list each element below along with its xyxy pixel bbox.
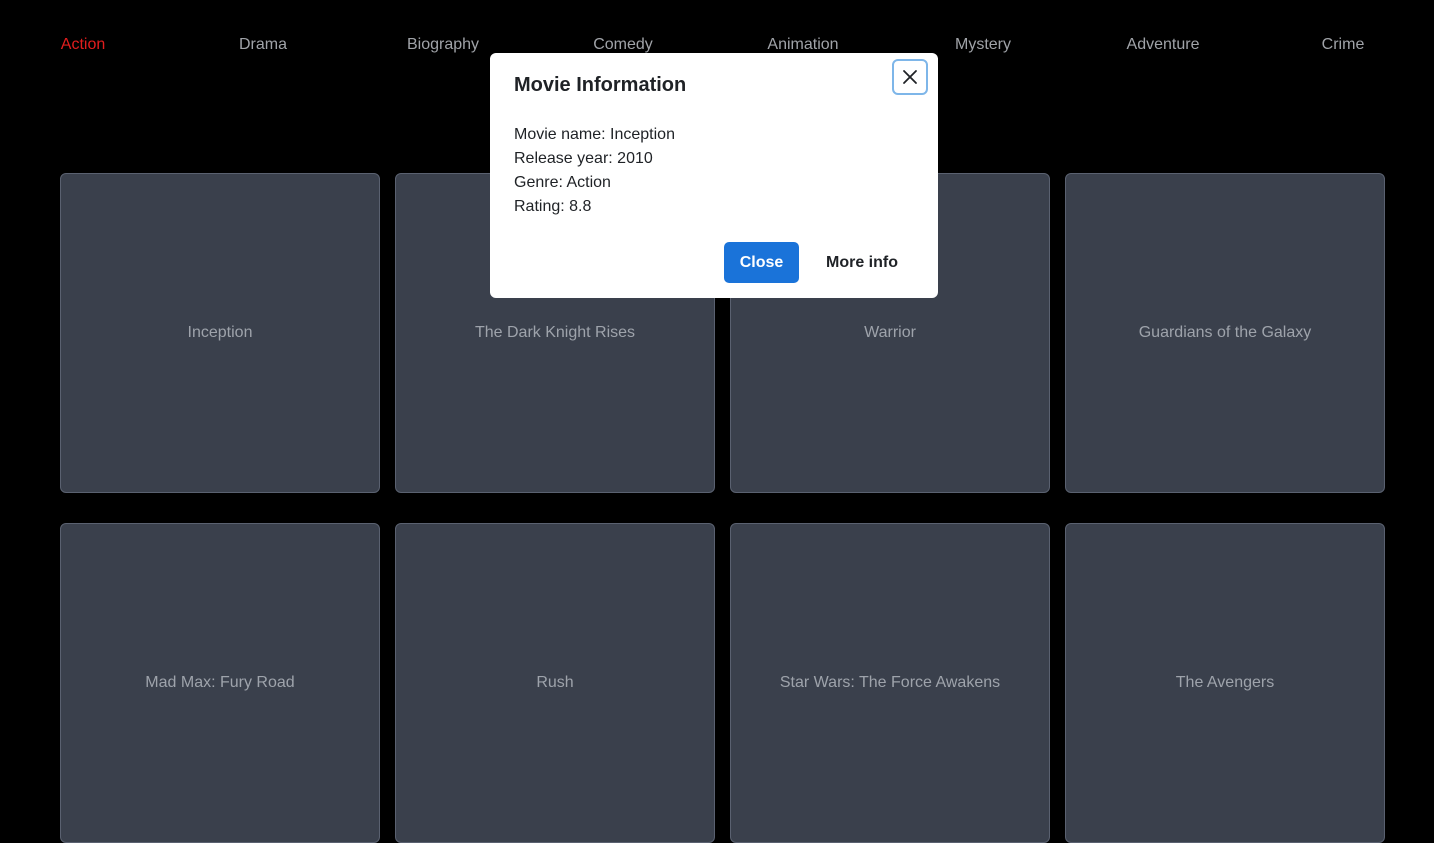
release-year-text: Release year: 2010 <box>514 150 653 167</box>
rating-text: Rating: 8.8 <box>514 198 592 215</box>
movie-card[interactable]: Inception <box>60 173 380 493</box>
movie-card-title: Inception <box>187 324 253 341</box>
movie-card-title: Rush <box>536 674 574 691</box>
close-button[interactable]: Close <box>724 242 799 283</box>
modal-close-button[interactable] <box>892 59 928 95</box>
movie-card[interactable]: The Avengers <box>1065 523 1385 843</box>
movie-card[interactable]: Guardians of the Galaxy <box>1065 173 1385 493</box>
movie-card-title: Mad Max: Fury Road <box>145 674 295 691</box>
movie-card[interactable]: Rush <box>395 523 715 843</box>
movie-card-title: Warrior <box>864 324 916 341</box>
movie-card-title: Star Wars: The Force Awakens <box>779 674 1001 691</box>
movie-card[interactable]: Star Wars: The Force Awakens <box>730 523 1050 843</box>
genre-text: Genre: Action <box>514 174 611 191</box>
movie-card-title: Guardians of the Galaxy <box>1138 324 1312 341</box>
more-info-button[interactable]: More info <box>810 242 914 283</box>
movie-name-text: Movie name: Inception <box>514 126 675 143</box>
modal-body: Movie name: Inception Release year: 2010… <box>514 123 675 219</box>
close-icon <box>902 69 918 85</box>
movie-info-modal: Movie Information Movie name: Inception … <box>490 53 938 298</box>
movie-card-title: The Dark Knight Rises <box>474 324 636 341</box>
modal-title: Movie Information <box>514 74 687 96</box>
movie-card-title: The Avengers <box>1175 674 1275 691</box>
movie-card[interactable]: Mad Max: Fury Road <box>60 523 380 843</box>
